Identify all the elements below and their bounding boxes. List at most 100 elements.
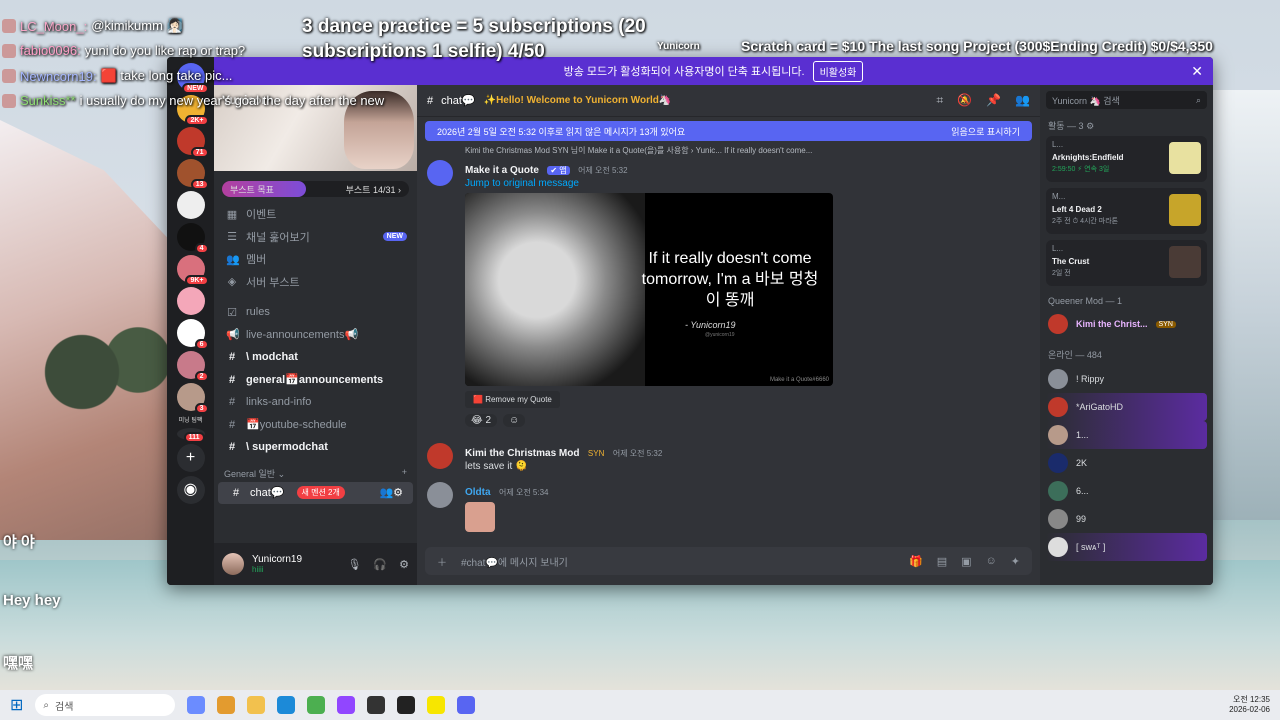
channel-item[interactable]: ☑ rules: [214, 301, 417, 324]
boost-goal-bar[interactable]: 부스트 목표 부스트 14/31 ›: [222, 181, 409, 197]
gift-icon[interactable]: 🎁: [909, 555, 923, 568]
channel-item[interactable]: 📢 live-announcements📢: [214, 324, 417, 347]
sticker-icon[interactable]: ▣: [961, 555, 971, 568]
rules-icon: ☑: [227, 306, 237, 319]
discover-icon[interactable]: ◉: [176, 476, 205, 504]
invite-icon[interactable]: 👥⚙: [379, 486, 403, 499]
channel-topic[interactable]: ✨Hello! Welcome to Yunicorn World🦄: [484, 95, 672, 106]
channel-chat[interactable]: # chat💬 새 멘션 2개 👥⚙: [218, 481, 413, 504]
member-row[interactable]: 99: [1046, 505, 1207, 533]
clock[interactable]: 오전 12:35 2026-02-06: [1229, 695, 1270, 716]
server-folder[interactable]: 111: [176, 428, 205, 443]
member-row[interactable]: [ sᴡᴀᵀ ]: [1046, 533, 1207, 561]
avatar: [2, 19, 16, 33]
channel-item[interactable]: ◈ 서버 부스트: [214, 271, 417, 294]
gear-icon[interactable]: ⚙: [399, 558, 409, 571]
channel-item[interactable]: # links-and-info: [214, 391, 417, 414]
obs-icon[interactable]: [367, 696, 386, 714]
discord-icon[interactable]: [457, 696, 476, 714]
channel-item[interactable]: # general📅announcements: [214, 369, 417, 392]
taskbar-search[interactable]: ⌕ 검색: [35, 694, 176, 716]
taskbar: ⊞ ⌕ 검색 오전 12:35 2026-02-06: [0, 690, 1280, 720]
new-mentions-pill[interactable]: 새 멘션 2개: [296, 486, 345, 500]
avatar[interactable]: [222, 553, 244, 575]
message-input[interactable]: #chat💬에 메시지 보내기: [461, 554, 568, 569]
member-row[interactable]: Kimi the Christ... SYN: [1046, 310, 1207, 338]
channel-item[interactable]: # \ modchat: [214, 346, 417, 369]
message-quote-bot: Make it a Quote ✔ 앱 어제 오전 5:32 Jump to o…: [417, 160, 1040, 427]
headphones-icon[interactable]: 🎧: [373, 558, 387, 571]
add-attachment-icon[interactable]: ＋: [437, 554, 447, 569]
twitch-icon[interactable]: [337, 696, 356, 714]
reply-reference[interactable]: Kimi the Christmas Mod SYN 님이 Make it a …: [417, 145, 1040, 156]
jump-link[interactable]: Jump to original message: [465, 178, 1030, 189]
server-icon[interactable]: 6: [176, 319, 209, 350]
message-composer[interactable]: ＋ #chat💬에 메시지 보내기 🎁 ▤ ▣ ☺ ✦: [425, 547, 1032, 575]
server-icon[interactable]: 9K+: [176, 255, 209, 286]
avatar[interactable]: [427, 443, 453, 469]
add-reaction-icon[interactable]: ☺: [503, 414, 526, 427]
username[interactable]: Yunicorn19: [252, 554, 302, 565]
mark-as-read-button[interactable]: 읽음으로 표시하기: [951, 125, 1020, 138]
pin-icon[interactable]: 📌: [986, 93, 1001, 108]
server-icon[interactable]: 4: [176, 223, 209, 254]
kakaotalk-icon[interactable]: [427, 696, 446, 714]
server-icon[interactable]: [176, 287, 205, 315]
channel-item[interactable]: 👥 멤버: [214, 248, 417, 271]
channel-item[interactable]: ☰ 채널 훑어보기 NEW: [214, 226, 417, 249]
microphone-icon[interactable]: 🎙: [347, 558, 361, 571]
channel-item[interactable]: # \ supermodchat: [214, 436, 417, 459]
search-input[interactable]: Yunicorn 🦄 검색 ⌕: [1046, 91, 1207, 109]
member-row[interactable]: 1...: [1046, 421, 1207, 449]
disable-streamer-mode-button[interactable]: 비활성화: [812, 60, 864, 82]
avatar[interactable]: [427, 160, 453, 186]
quote-image[interactable]: If it really doesn't come tomorrow, I'm …: [465, 193, 833, 386]
threads-icon[interactable]: ⌗: [936, 93, 943, 108]
avatar: [2, 93, 16, 108]
avatar: [2, 43, 16, 58]
hash-icon: #: [228, 418, 236, 431]
member-list-icon[interactable]: 👥: [1015, 93, 1030, 108]
emoji-icon[interactable]: ☺: [986, 555, 997, 568]
message: Kimi the Christmas Mod SYN 어제 오전 5:32 le…: [417, 443, 1040, 472]
apps-icon[interactable]: ✦: [1011, 555, 1020, 568]
activity-card[interactable]: L... Arknights:Endfield 2:59:50 ⚡ 연속 3일: [1046, 136, 1207, 182]
app-icon[interactable]: [397, 696, 416, 714]
add-server-icon[interactable]: +: [176, 444, 205, 472]
copilot-icon[interactable]: [187, 696, 206, 714]
chrome-icon[interactable]: [307, 696, 326, 714]
edge-icon[interactable]: [277, 696, 296, 714]
windows-start-icon[interactable]: ⊞: [10, 695, 23, 715]
search-app-icon[interactable]: [217, 696, 236, 714]
close-icon[interactable]: ✕: [1191, 63, 1203, 80]
mute-icon[interactable]: 🔕: [957, 93, 972, 108]
member-row[interactable]: 2K: [1046, 449, 1207, 477]
server-icon[interactable]: [176, 191, 205, 219]
avatar: [1048, 453, 1068, 473]
add-channel-icon: +: [401, 466, 407, 477]
member-row[interactable]: 6...: [1046, 477, 1207, 505]
member-row[interactable]: ! Rippy: [1046, 365, 1207, 393]
member-row[interactable]: *AriGatoHD: [1046, 393, 1207, 421]
attached-image[interactable]: [465, 502, 495, 532]
unread-banner[interactable]: 2026년 2월 5일 오전 5:32 이후로 읽지 않은 메시지가 13개 있…: [425, 121, 1032, 141]
role-header: Queener Mod — 1: [1048, 296, 1123, 306]
category-header[interactable]: General 일반 ⌄ +: [214, 459, 417, 482]
activity-card[interactable]: L... The Crust 2일 전: [1046, 240, 1207, 286]
gif-icon[interactable]: ▤: [937, 555, 947, 568]
folder-icon[interactable]: [247, 696, 266, 714]
avatar: [1048, 314, 1068, 334]
server-icon[interactable]: 13: [176, 159, 209, 190]
avatar[interactable]: [427, 482, 453, 508]
hash-icon: #: [427, 94, 434, 107]
channel-item[interactable]: ▦ 이벤트: [214, 203, 417, 226]
server-icon[interactable]: 3: [176, 383, 209, 414]
server-icon[interactable]: 2: [176, 351, 209, 382]
server-icon[interactable]: 71: [176, 127, 209, 158]
remove-quote-button[interactable]: 🟥 Remove my Quote: [465, 391, 560, 408]
reaction-laugh[interactable]: 😂 2: [465, 414, 498, 427]
activity-card[interactable]: M... Left 4 Dead 2 2주 전 ⏱ 4시간 마라톤: [1046, 188, 1207, 234]
channel-item[interactable]: # 📅youtube-schedule: [214, 414, 417, 437]
message: Oldta 어제 오전 5:34: [417, 482, 1040, 532]
online-member-list: ! Rippy *AriGatoHD 1... 2K 6... 99[ sᴡᴀᵀ ]: [1046, 365, 1207, 561]
